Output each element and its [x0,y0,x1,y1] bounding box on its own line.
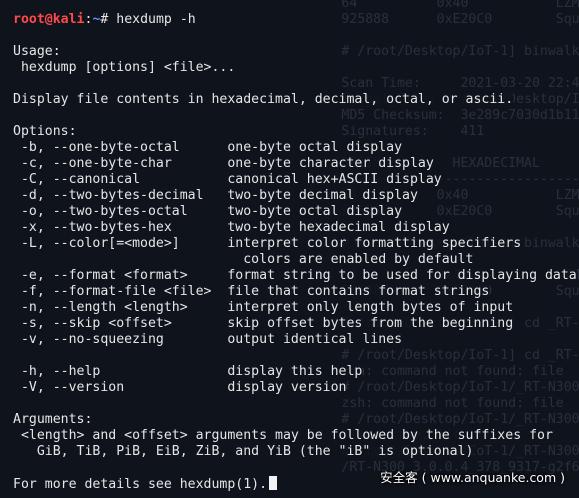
option-line: -f, --format-file <file> file that conta… [13,284,490,300]
arguments-line: <length> and <offset> arguments may be f… [13,428,553,444]
terminal-window[interactable]: 64 0x40 LZMA comp 925888 0xE20C0 Squashf… [0,0,579,498]
prompt-host: kali [52,12,85,27]
option-line: -C, --canonical canonical hex+ASCII disp… [13,172,442,188]
terminal-output: root@kali:~# hexdump -h Usage: hexdump [… [0,0,579,498]
description-line: Display file contents in hexadecimal, de… [13,92,514,108]
terminal-cursor [269,476,278,490]
prompt-user: root [13,12,45,27]
option-line: -s, --skip <offset> skip offset bytes fr… [13,316,514,332]
options-header: Options: [13,124,77,140]
option-line: -n, --length <length> interpret only len… [13,300,514,316]
option-line: colors are enabled by default [13,252,474,268]
usage-header: Usage: [13,44,61,60]
prompt-at: @ [44,12,53,27]
more-details-line: For more details see hexdump(1). [13,476,278,492]
option-line: -h, --help display this help [13,364,363,380]
usage-line: hexdump [options] <file>... [13,60,236,76]
option-line: -c, --one-byte-char one-byte character d… [13,156,434,172]
prompt-symbol: # [100,12,109,27]
option-line: -o, --two-bytes-octal two-byte octal dis… [13,204,403,220]
option-line: -V, --version display version [13,380,347,396]
watermark: 安全客 ( www.anquanke.com ) [380,470,565,485]
option-line: -d, --two-bytes-decimal two-byte decimal… [13,188,418,204]
option-line: -b, --one-byte-octal one-byte octal disp… [13,140,403,156]
option-line: -L, --color[=<mode>] interpret color for… [13,236,522,252]
command-text: hexdump -h [116,12,196,27]
option-line: -x, --two-bytes-hex two-byte hexadecimal… [13,220,450,236]
arguments-line: GiB, TiB, PiB, EiB, ZiB, and YiB (the "i… [13,444,474,460]
option-line: -v, --no-squeezing output identical line… [13,332,403,348]
command-line: root@kali:~# hexdump -h [13,12,196,28]
arguments-header: Arguments: [13,412,93,428]
more-details-text: For more details see hexdump(1). [13,477,268,492]
option-line: -e, --format <format> format string to b… [13,268,577,284]
